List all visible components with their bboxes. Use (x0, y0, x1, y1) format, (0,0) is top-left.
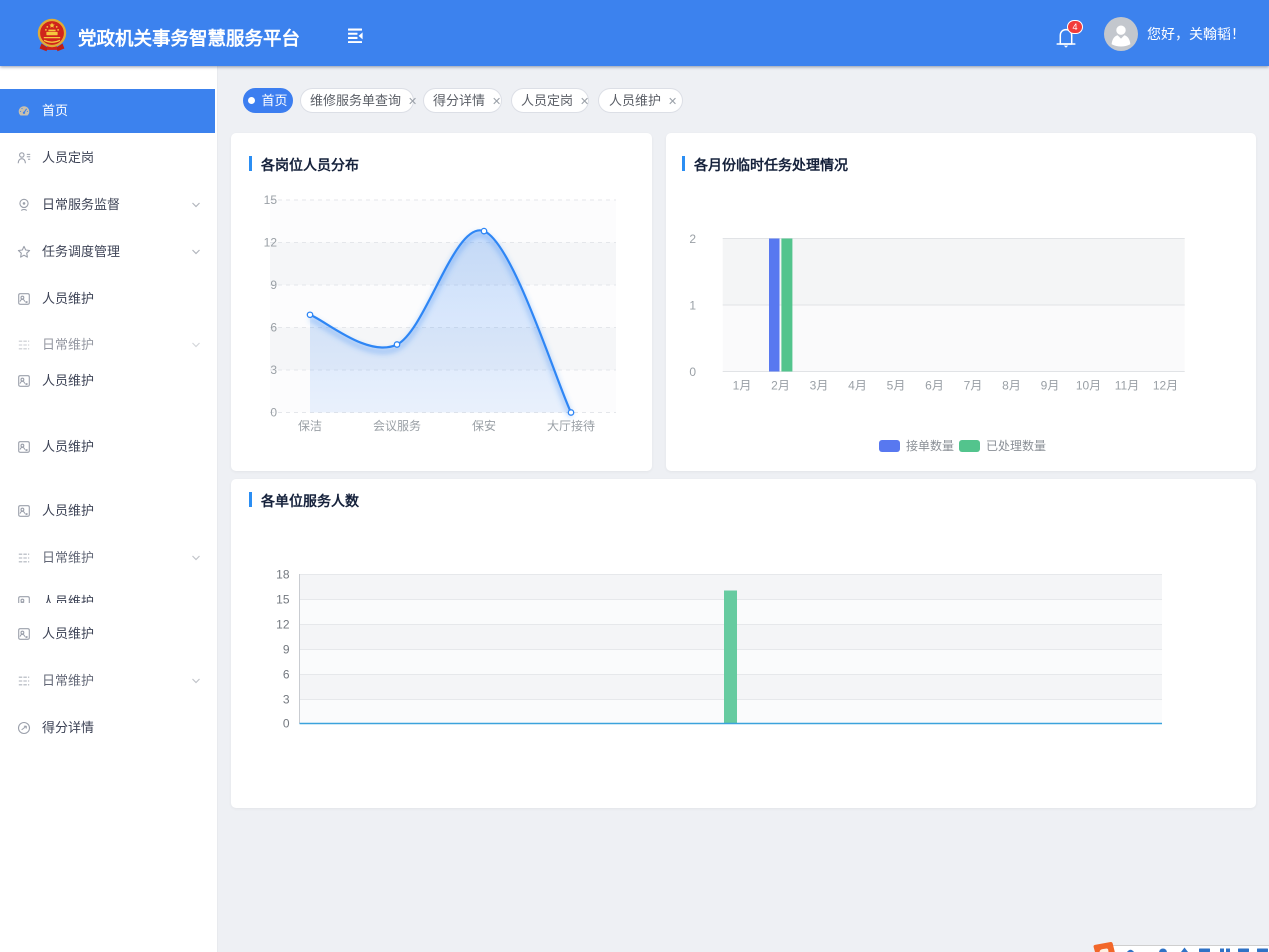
svg-text:保安: 保安 (472, 418, 496, 433)
svg-text:1: 1 (689, 299, 696, 313)
svg-text:4月: 4月 (848, 379, 867, 393)
svg-text:0: 0 (689, 365, 696, 379)
svg-text:1月: 1月 (733, 379, 752, 393)
svg-text:12: 12 (264, 236, 278, 250)
svg-text:9: 9 (270, 278, 277, 292)
svg-text:11月: 11月 (1115, 379, 1139, 393)
svg-text:接单数量: 接单数量 (906, 438, 954, 453)
svg-text:3月: 3月 (810, 379, 829, 393)
svg-text:15: 15 (276, 593, 290, 607)
svg-text:15: 15 (264, 193, 278, 207)
svg-text:2月: 2月 (771, 379, 790, 393)
svg-text:18: 18 (276, 568, 290, 582)
svg-text:会议服务: 会议服务 (373, 418, 421, 433)
svg-text:9月: 9月 (1041, 379, 1060, 393)
svg-text:10月: 10月 (1076, 379, 1101, 393)
svg-text:6: 6 (270, 321, 277, 335)
svg-text:已处理数量: 已处理数量 (986, 438, 1046, 453)
svg-text:3: 3 (283, 693, 290, 707)
svg-text:7月: 7月 (964, 379, 983, 393)
svg-text:0: 0 (283, 717, 290, 731)
svg-text:12月: 12月 (1153, 379, 1178, 393)
svg-text:12: 12 (276, 618, 290, 632)
svg-text:9: 9 (283, 643, 290, 657)
svg-text:6: 6 (283, 668, 290, 682)
svg-text:大厅接待: 大厅接待 (547, 418, 595, 433)
svg-text:保洁: 保洁 (298, 419, 322, 433)
svg-text:5月: 5月 (887, 379, 906, 393)
svg-text:8月: 8月 (1002, 379, 1021, 393)
svg-text:6月: 6月 (925, 379, 944, 393)
svg-text:2: 2 (689, 232, 696, 246)
svg-text:0: 0 (270, 406, 277, 420)
svg-text:3: 3 (270, 363, 277, 377)
